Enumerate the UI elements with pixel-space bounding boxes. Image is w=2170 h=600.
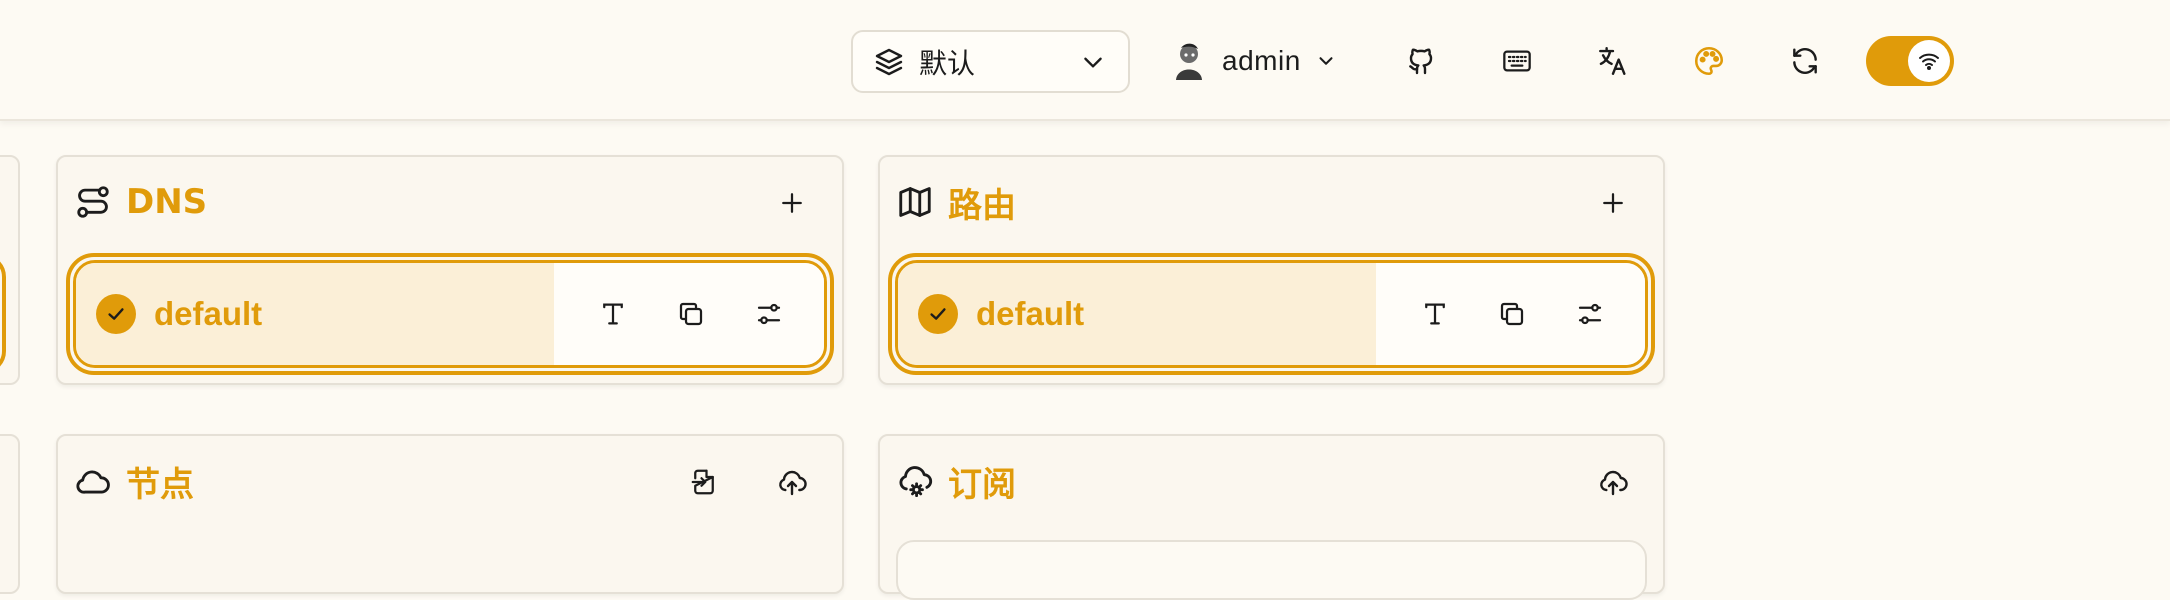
- plus-icon: [1598, 188, 1628, 218]
- dns-card: DNS default: [56, 155, 844, 385]
- github-icon: [1405, 45, 1437, 77]
- dns-item-tools: [554, 263, 824, 365]
- dns-title-text: DNS: [126, 182, 208, 222]
- dns-card-title: DNS: [74, 177, 207, 227]
- import-nodes-button[interactable]: [682, 460, 726, 504]
- wifi-icon: [1917, 49, 1941, 73]
- profile-select[interactable]: 默认: [851, 30, 1130, 93]
- dns-item-main[interactable]: default: [76, 263, 554, 365]
- route-item-default[interactable]: default: [888, 253, 1655, 375]
- profile-select-label: 默认: [919, 46, 976, 80]
- toggle-knob: [1908, 40, 1950, 82]
- subscription-card: 订阅: [878, 434, 1665, 600]
- nodes-card-title: 节点: [74, 456, 194, 506]
- sliders-icon: [757, 303, 781, 325]
- rename-button[interactable]: [591, 292, 635, 336]
- settings-button[interactable]: [1568, 292, 1612, 336]
- theme-button[interactable]: [1686, 38, 1732, 84]
- add-route-button[interactable]: [1591, 181, 1635, 225]
- map-icon: [896, 183, 934, 221]
- check-icon: [96, 294, 136, 334]
- chevron-down-icon: [1080, 49, 1106, 75]
- avatar: [1170, 40, 1208, 82]
- cloud-upload-icon: [1597, 466, 1629, 498]
- user-menu[interactable]: admin: [1170, 36, 1337, 86]
- refresh-button[interactable]: [1782, 38, 1828, 84]
- translate-icon: [1596, 44, 1630, 78]
- route-title-text: 路由: [948, 185, 1016, 226]
- dns-item-label: default: [154, 295, 263, 332]
- palette-icon: [1692, 44, 1726, 78]
- nodes-card: 节点: [56, 434, 844, 594]
- update-subscription-button[interactable]: [1591, 460, 1635, 504]
- route-item-label: default: [976, 295, 1085, 332]
- clipped-item: [0, 254, 6, 374]
- subscription-card-title: 订阅: [896, 456, 1016, 506]
- rename-button[interactable]: [1413, 292, 1457, 336]
- cloud-cog-icon: [896, 462, 934, 500]
- keyboard-icon: [1501, 45, 1533, 77]
- text-icon: [1424, 303, 1445, 325]
- clipped-card: [0, 434, 20, 594]
- github-button[interactable]: [1398, 38, 1444, 84]
- route-card: 路由 default: [878, 155, 1665, 385]
- layers-icon: [873, 46, 905, 78]
- language-button[interactable]: [1590, 38, 1636, 84]
- copy-button[interactable]: [669, 292, 713, 336]
- keyboard-shortcuts-button[interactable]: [1494, 38, 1540, 84]
- plus-icon: [777, 188, 807, 218]
- nodes-title-text: 节点: [126, 464, 194, 505]
- text-icon: [603, 303, 623, 325]
- route-card-title: 路由: [896, 177, 1016, 227]
- cloud-icon: [74, 462, 112, 500]
- cloud-upload-icon: [776, 466, 808, 498]
- route-item-tools: [1376, 263, 1645, 365]
- check-icon: [918, 294, 958, 334]
- refresh-icon: [1789, 45, 1821, 77]
- settings-button[interactable]: [747, 292, 791, 336]
- sliders-icon: [1579, 303, 1602, 325]
- file-import-icon: [689, 467, 719, 497]
- username: admin: [1222, 45, 1301, 76]
- subscription-title-text: 订阅: [948, 464, 1016, 505]
- route-item-main[interactable]: default: [898, 263, 1376, 365]
- top-bar: 默认 admin: [0, 0, 2170, 121]
- copy-button[interactable]: [1490, 292, 1534, 336]
- upload-nodes-button[interactable]: [770, 460, 814, 504]
- chevron-down-icon: [1315, 50, 1337, 72]
- copy-icon: [1501, 302, 1524, 326]
- service-toggle[interactable]: [1866, 36, 1954, 86]
- dns-item-default[interactable]: default: [66, 253, 834, 375]
- subscription-item[interactable]: [896, 540, 1647, 600]
- add-dns-button[interactable]: [770, 181, 814, 225]
- route-icon: [74, 183, 112, 221]
- copy-icon: [679, 302, 703, 326]
